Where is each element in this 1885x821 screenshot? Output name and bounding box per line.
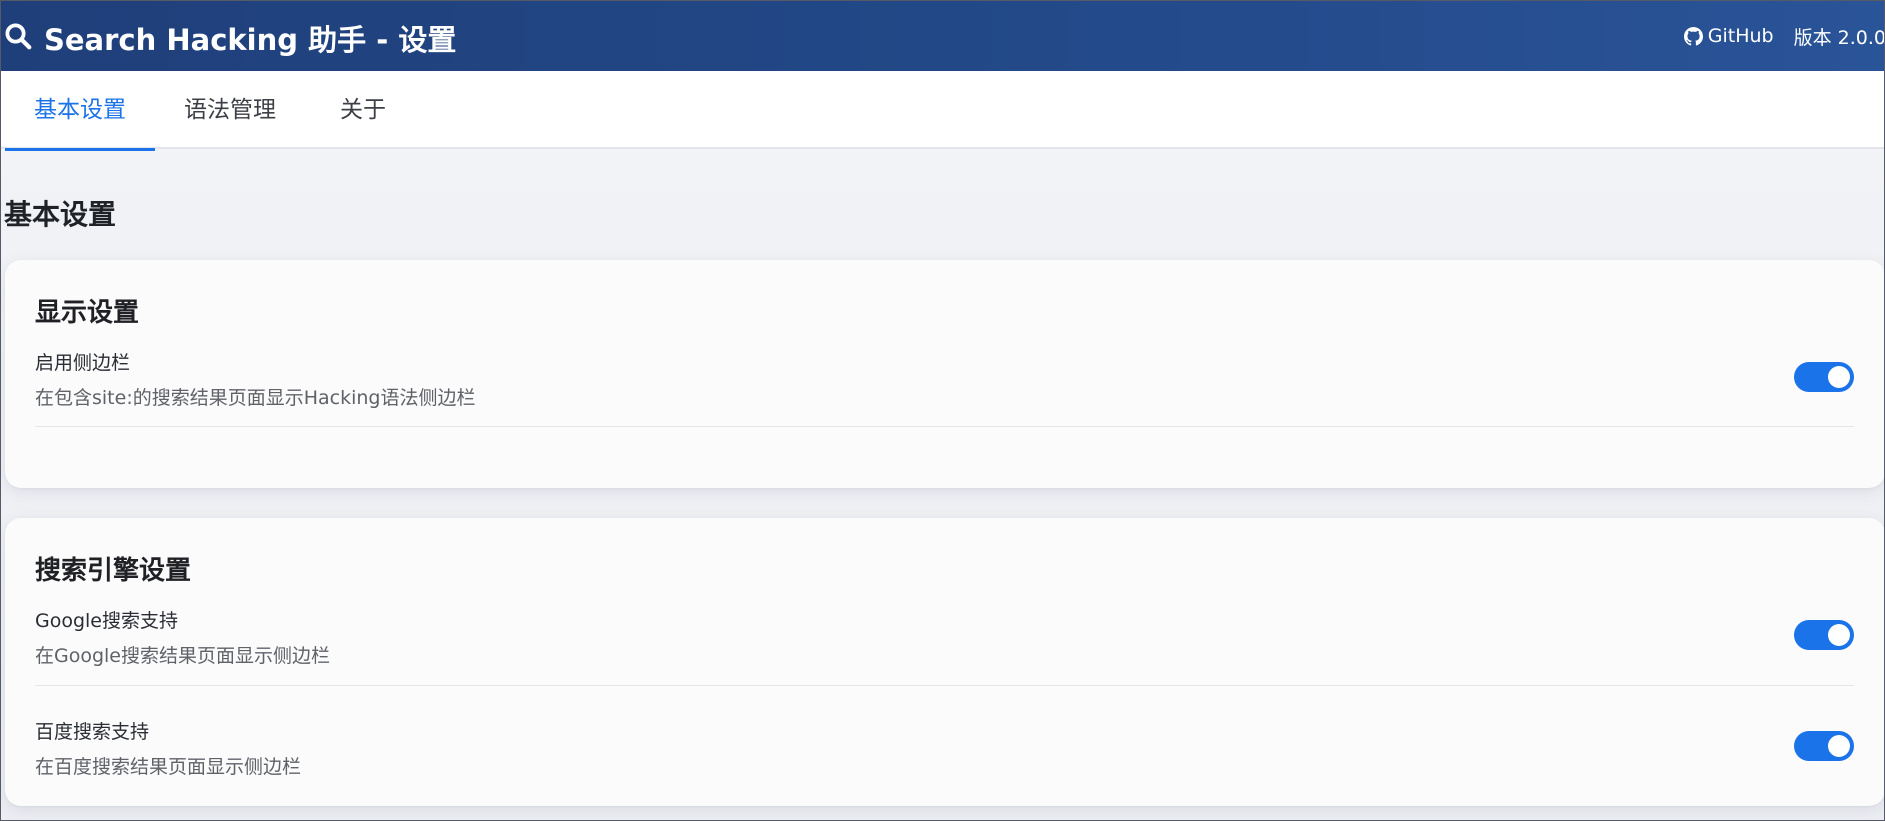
tab-about[interactable]: 关于: [305, 71, 421, 149]
setting-label: 启用侧边栏: [35, 352, 131, 374]
setting-row-google: Google搜索支持 在Google搜索结果页面显示侧边栏: [35, 606, 1854, 696]
enable-sidebar-toggle[interactable]: [1794, 362, 1854, 392]
display-settings-card: 显示设置 启用侧边栏 在包含site:的搜索结果页面显示Hacking语法侧边栏: [5, 260, 1884, 488]
setting-description: 在包含site:的搜索结果页面显示Hacking语法侧边栏: [35, 387, 476, 409]
search-engine-settings-card: 搜索引擎设置 Google搜索支持 在Google搜索结果页面显示侧边栏 百度搜…: [5, 518, 1884, 806]
version-label: 版本 2.0.0: [1793, 26, 1885, 49]
toggle-knob: [1828, 624, 1850, 646]
google-support-toggle[interactable]: [1794, 620, 1854, 650]
app-header: Search Hacking 助手 - 设置 GitHub 版本 2.0.0: [1, 1, 1885, 71]
setting-description: 在百度搜索结果页面显示侧边栏: [35, 756, 302, 778]
toggle-knob: [1828, 735, 1850, 757]
page-title: 基本设置: [4, 198, 117, 231]
search-icon: [5, 23, 32, 50]
github-label: GitHub: [1707, 25, 1774, 47]
tab-syntax-management[interactable]: 语法管理: [155, 71, 305, 149]
header-right: GitHub 版本 2.0.0: [1683, 23, 1885, 49]
setting-description: 在Google搜索结果页面显示侧边栏: [35, 645, 331, 667]
row-divider: [35, 685, 1854, 686]
row-divider: [35, 426, 1854, 427]
baidu-support-toggle[interactable]: [1794, 731, 1854, 761]
tab-bar: 基本设置 语法管理 关于: [1, 71, 1884, 151]
setting-label: Google搜索支持: [35, 610, 179, 632]
setting-row-enable-sidebar: 启用侧边栏 在包含site:的搜索结果页面显示Hacking语法侧边栏: [35, 348, 1854, 436]
search-engine-settings-title: 搜索引擎设置: [35, 556, 192, 586]
tab-basic-settings[interactable]: 基本设置: [5, 71, 155, 151]
app-title: Search Hacking 助手 - 设置: [44, 23, 457, 57]
setting-row-baidu: 百度搜索支持 在百度搜索结果页面显示侧边栏: [35, 717, 1854, 787]
github-link[interactable]: GitHub: [1683, 25, 1774, 47]
toggle-knob: [1828, 366, 1850, 388]
settings-window: Search Hacking 助手 - 设置 GitHub 版本 2.0.0 基…: [0, 0, 1885, 821]
github-icon: [1683, 26, 1703, 46]
setting-label: 百度搜索支持: [35, 721, 150, 743]
display-settings-title: 显示设置: [35, 298, 140, 328]
